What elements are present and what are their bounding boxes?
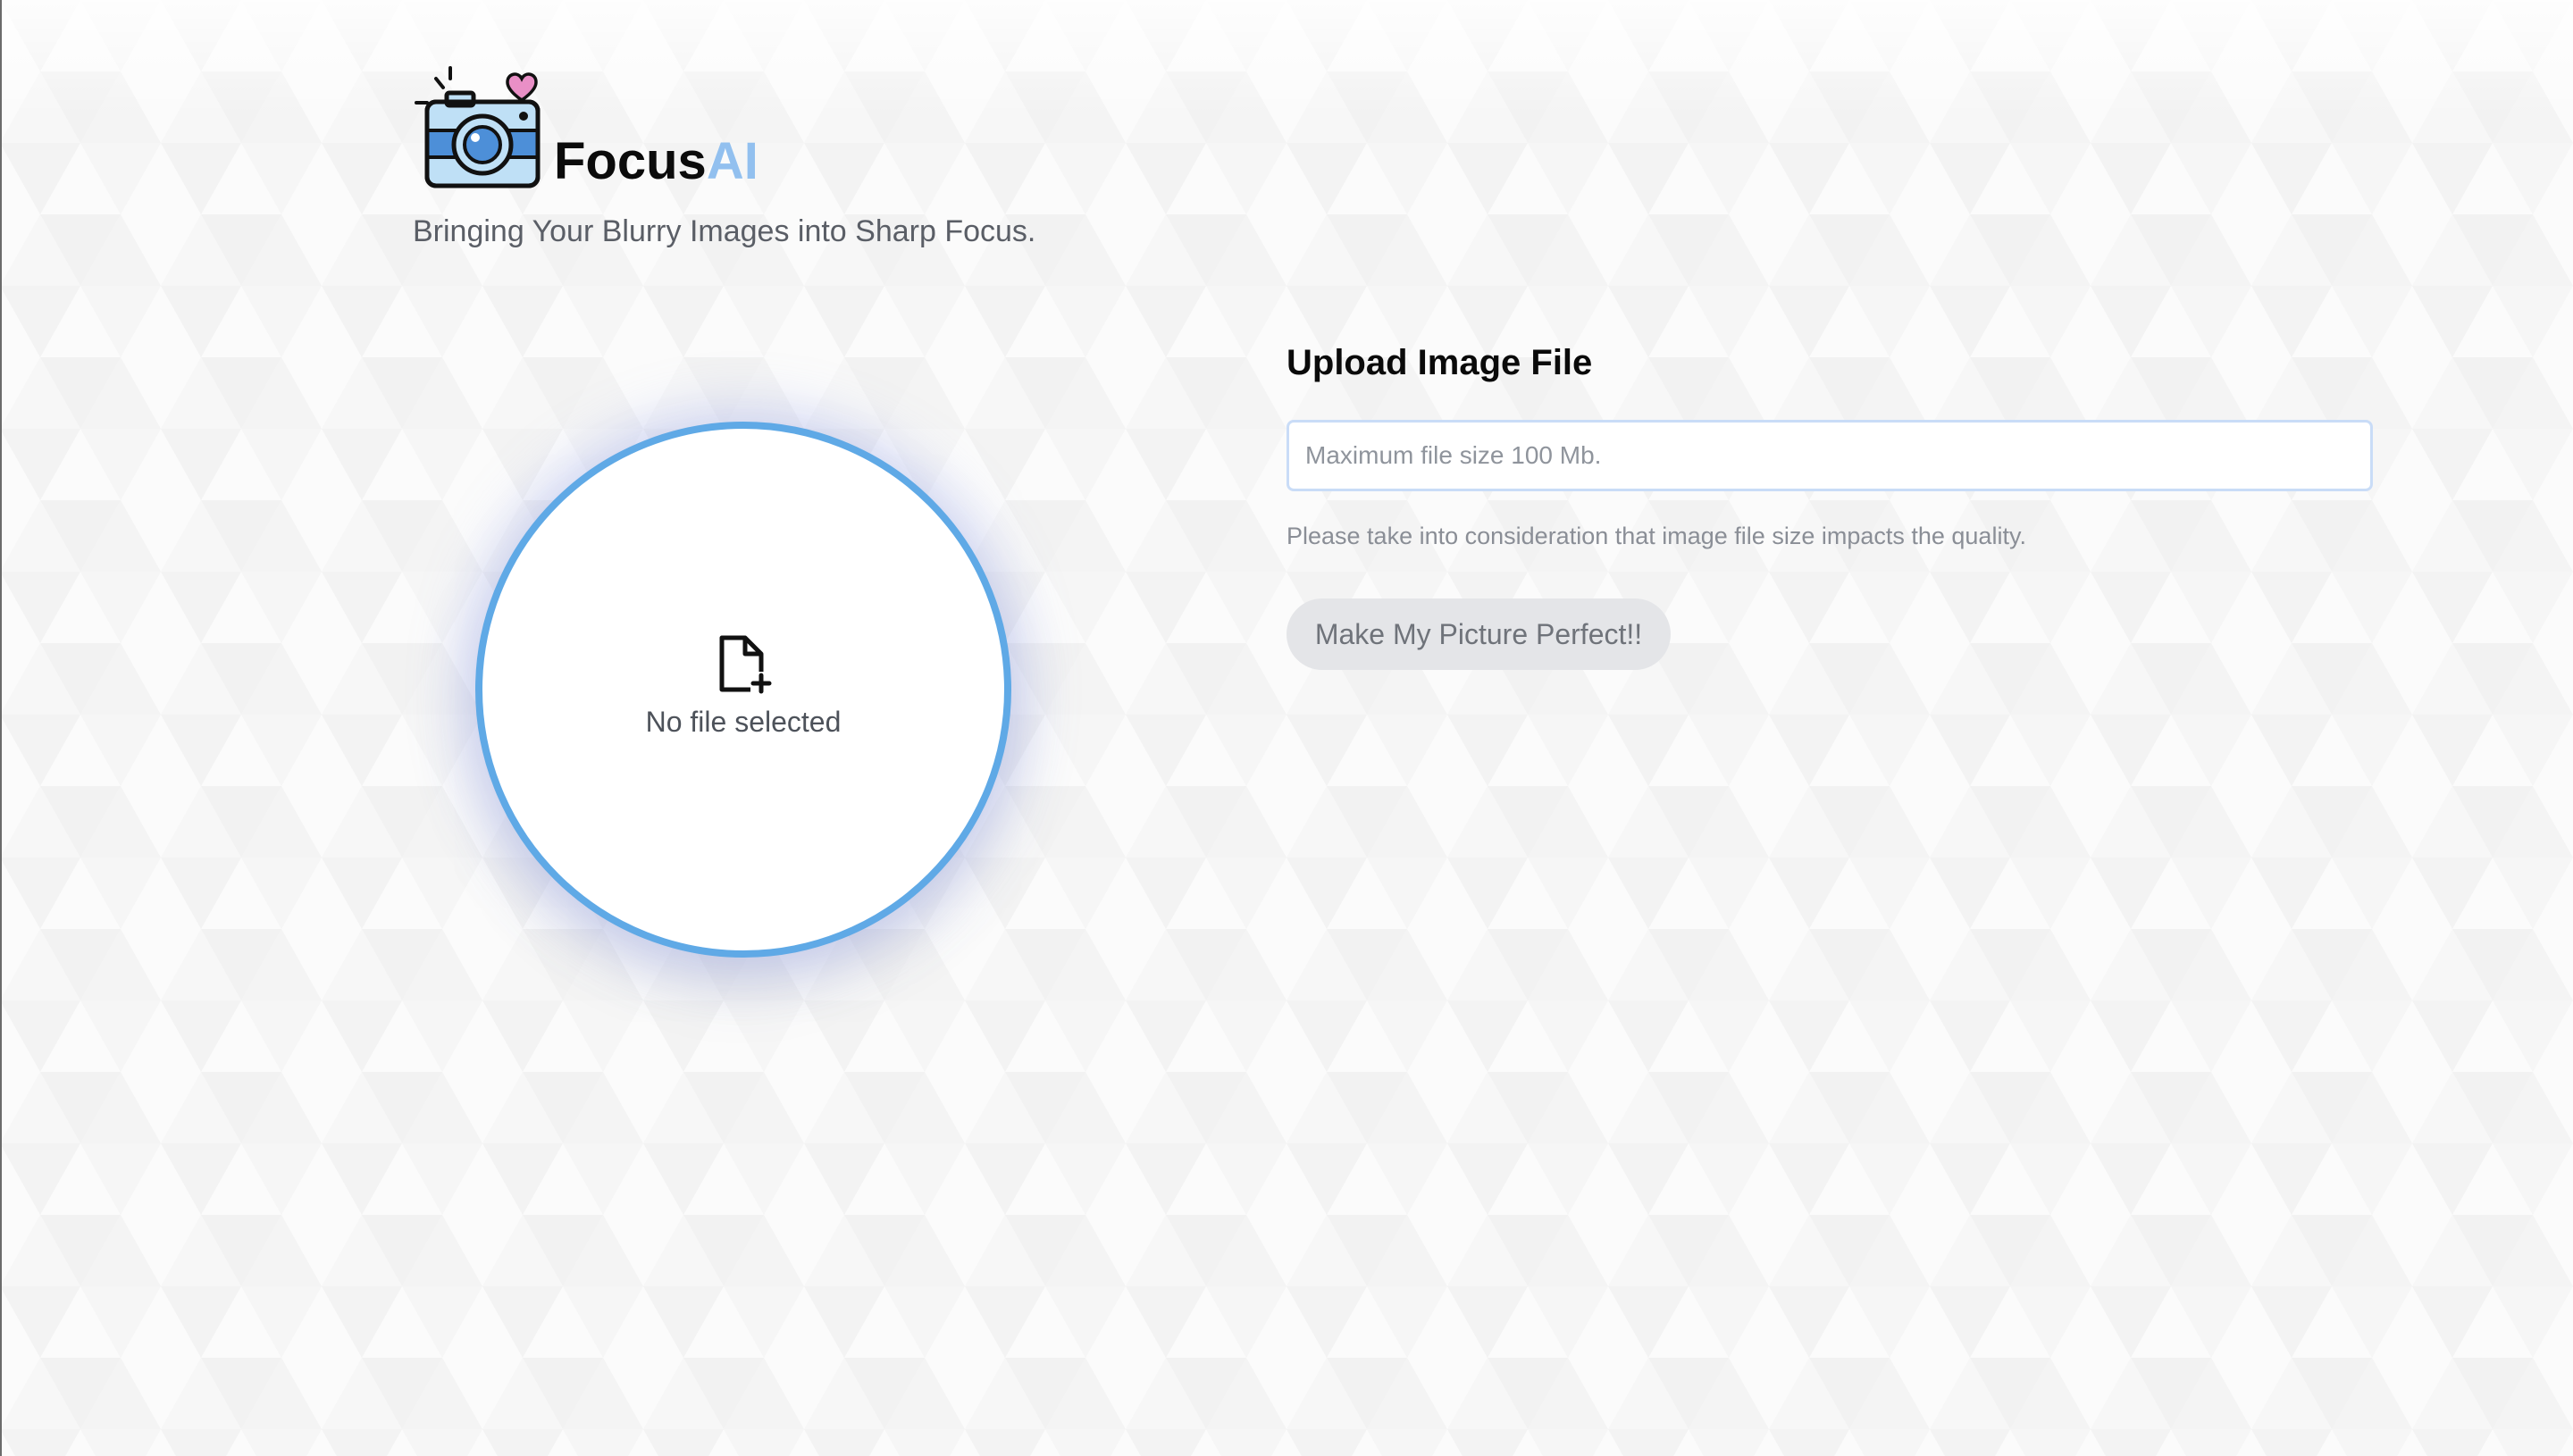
camera-heart-icon — [415, 66, 541, 188]
file-plus-icon — [719, 635, 772, 695]
brand-name-accent: AI — [706, 132, 758, 190]
upload-title: Upload Image File — [1286, 343, 1593, 382]
quality-hint: Please take into consideration that imag… — [1286, 523, 2026, 549]
tagline: Bringing Your Blurry Images into Sharp F… — [413, 214, 1036, 248]
make-picture-perfect-button[interactable]: Make My Picture Perfect!! — [1286, 598, 1671, 670]
brand-name: FocusAI — [554, 136, 758, 188]
page: FocusAI Bringing Your Blurry Images into… — [0, 0, 2573, 1456]
brand-logo[interactable]: FocusAI — [411, 63, 758, 197]
file-dropzone[interactable]: No file selected — [475, 422, 1011, 958]
file-status-text: No file selected — [645, 705, 842, 738]
brand-name-main: Focus — [554, 132, 707, 190]
window-left-edge — [0, 0, 2, 1456]
file-size-input[interactable] — [1286, 420, 2373, 491]
